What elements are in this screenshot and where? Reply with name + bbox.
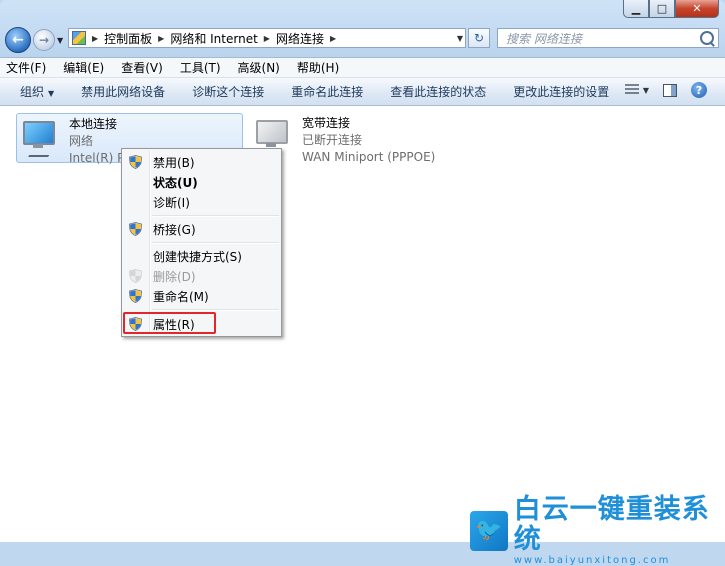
menu-item-label: 桥接(G) xyxy=(153,222,196,237)
navigation-buttons: ← → ▼ xyxy=(5,27,63,53)
watermark-title: 白云一键重装系统 xyxy=(513,494,710,555)
back-button[interactable]: ← xyxy=(5,27,31,53)
help-icon[interactable]: ? xyxy=(691,82,707,98)
preview-pane-icon[interactable] xyxy=(663,83,677,97)
window-frame: ▁ □ ✕ ← → ▼ ▶ 控制面板 ▶ 网络和 Internet ▶ 网络连接… xyxy=(0,0,725,566)
menu-item-label: 禁用(B) xyxy=(153,155,195,170)
context-menu: 禁用(B) 状态(U) 诊断(I) 桥接(G) 创建快捷方式(S) 删除(D) xyxy=(121,148,282,337)
search-icon[interactable] xyxy=(700,31,714,45)
search-input[interactable]: 搜索 网络连接 xyxy=(497,28,719,48)
uac-shield-icon xyxy=(129,155,142,169)
menu-item-status[interactable]: 状态(U) xyxy=(124,172,279,192)
command-bar: 组织 ▼ 禁用此网络设备 诊断这个连接 重命名此连接 查看此连接的状态 更改此连接… xyxy=(0,78,725,106)
connection-name: 本地连接 xyxy=(69,117,118,131)
menu-item-label: 删除(D) xyxy=(153,269,196,284)
bird-logo-icon: 🐦 xyxy=(470,510,508,551)
chevron-down-icon: ▼ xyxy=(48,89,55,98)
rename-button[interactable]: 重命名此连接 xyxy=(291,83,363,100)
properties-highlight-annotation xyxy=(123,312,216,334)
menu-item-label: 重命名(M) xyxy=(153,289,209,304)
breadcrumb-separator-icon[interactable]: ▶ xyxy=(330,34,336,43)
menu-bar: 文件(F) 编辑(E) 查看(V) 工具(T) 高级(N) 帮助(H) xyxy=(0,57,725,78)
menu-edit[interactable]: 编辑(E) xyxy=(63,59,104,76)
connection-item-broadband[interactable]: 宽带连接 已断开连接 WAN Miniport (PPPOE) xyxy=(250,113,470,164)
network-adapter-icon xyxy=(21,117,59,157)
uac-shield-icon xyxy=(129,289,142,303)
menu-separator xyxy=(152,309,279,311)
disable-device-button[interactable]: 禁用此网络设备 xyxy=(81,83,165,100)
uac-shield-icon xyxy=(129,269,142,283)
breadcrumb-network-internet[interactable]: 网络和 Internet xyxy=(170,30,257,47)
maximize-button[interactable]: □ xyxy=(649,0,675,18)
view-status-button[interactable]: 查看此连接的状态 xyxy=(390,83,486,100)
menu-item-diagnose[interactable]: 诊断(I) xyxy=(124,192,279,212)
watermark-url: www.baiyunxitong.com xyxy=(513,555,671,566)
connection-status: 已断开连接 xyxy=(302,133,363,147)
minimize-button[interactable]: ▁ xyxy=(623,0,649,18)
breadcrumb-separator-icon[interactable]: ▶ xyxy=(158,34,164,43)
menu-item-label: 诊断(I) xyxy=(153,195,190,210)
menu-item-rename[interactable]: 重命名(M) xyxy=(124,286,279,306)
recent-pages-dropdown-icon[interactable]: ▼ xyxy=(57,36,63,45)
menu-item-bridge[interactable]: 桥接(G) xyxy=(124,219,279,239)
breadcrumb-control-panel[interactable]: 控制面板 xyxy=(104,30,152,47)
diagnose-button[interactable]: 诊断这个连接 xyxy=(192,83,264,100)
menu-view[interactable]: 查看(V) xyxy=(121,59,163,76)
menu-item-label: 创建快捷方式(S) xyxy=(153,249,242,264)
address-bar[interactable]: ▶ 控制面板 ▶ 网络和 Internet ▶ 网络连接 ▶ ▼ xyxy=(68,28,466,48)
menu-item-delete: 删除(D) xyxy=(124,266,279,286)
connection-name: 宽带连接 xyxy=(302,116,351,130)
view-dropdown-icon[interactable]: ▼ xyxy=(643,86,649,95)
window-controls: ▁ □ ✕ xyxy=(623,0,719,18)
menu-advanced[interactable]: 高级(N) xyxy=(238,59,280,76)
search-placeholder: 搜索 网络连接 xyxy=(506,31,582,46)
watermark: 🐦 白云一键重装系统 www.baiyunxitong.com xyxy=(470,495,725,566)
refresh-button[interactable]: ↻ xyxy=(468,28,490,48)
connections-list: 本地连接 网络 Intel(R) PRO 宽带连接 已断开连接 WAN Mini… xyxy=(0,106,725,542)
change-view-icon[interactable] xyxy=(624,84,639,96)
view-controls: ▼ ? xyxy=(611,82,707,98)
menu-help[interactable]: 帮助(H) xyxy=(297,59,339,76)
connection-device: WAN Miniport (PPPOE) xyxy=(302,150,436,164)
menu-item-label: 状态(U) xyxy=(153,175,198,190)
menu-separator xyxy=(152,215,279,217)
forward-button[interactable]: → xyxy=(33,29,55,51)
breadcrumb-separator-icon[interactable]: ▶ xyxy=(92,34,98,43)
menu-item-create-shortcut[interactable]: 创建快捷方式(S) xyxy=(124,246,279,266)
organize-label: 组织 xyxy=(20,85,45,99)
menu-separator xyxy=(152,242,279,244)
organize-button[interactable]: 组织 ▼ xyxy=(20,83,54,100)
menu-item-disable[interactable]: 禁用(B) xyxy=(124,152,279,172)
address-dropdown-icon[interactable]: ▼ xyxy=(457,34,463,43)
uac-shield-icon xyxy=(129,222,142,236)
change-settings-button[interactable]: 更改此连接的设置 xyxy=(513,83,609,100)
breadcrumb-separator-icon[interactable]: ▶ xyxy=(264,34,270,43)
close-button[interactable]: ✕ xyxy=(675,0,719,18)
breadcrumb-network-connections[interactable]: 网络连接 xyxy=(276,30,324,47)
control-panel-icon xyxy=(72,31,86,45)
menu-tools[interactable]: 工具(T) xyxy=(180,59,221,76)
menu-file[interactable]: 文件(F) xyxy=(6,59,46,76)
